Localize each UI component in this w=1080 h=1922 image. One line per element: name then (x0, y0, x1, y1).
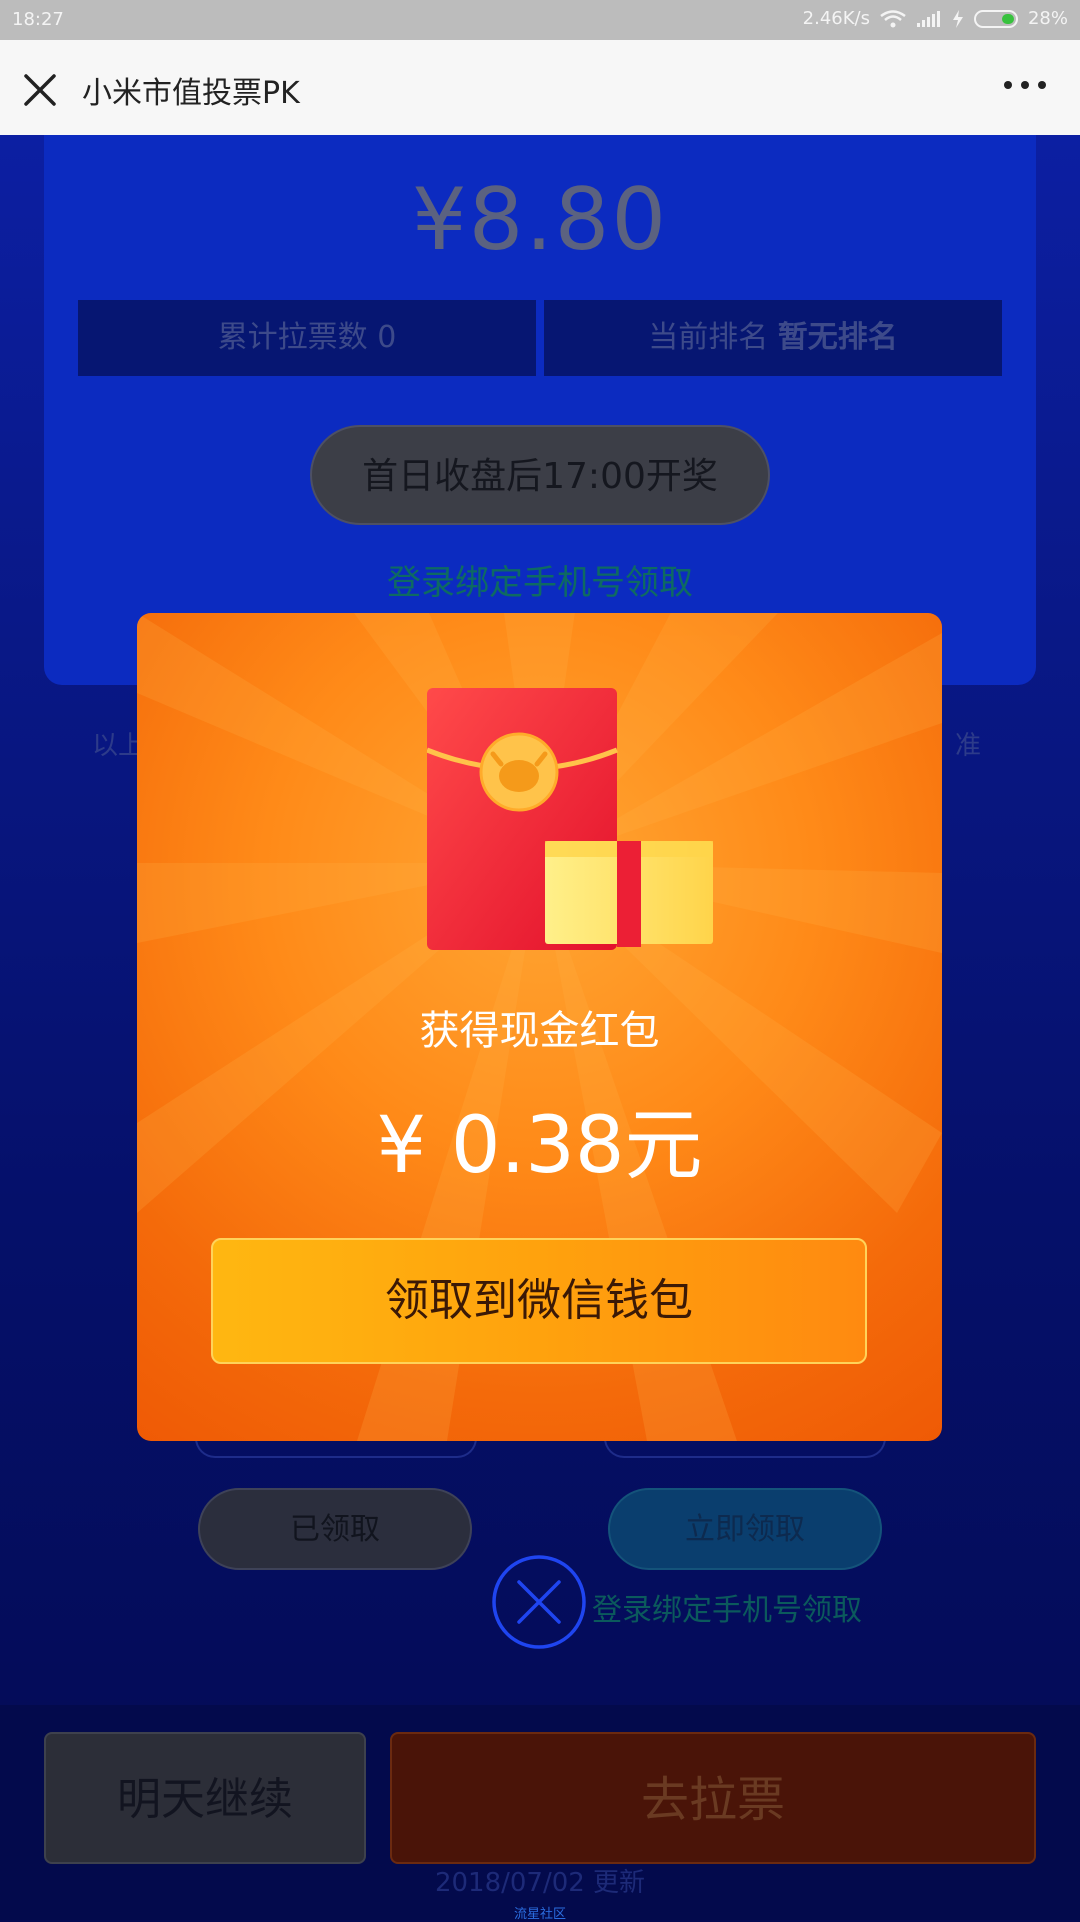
network-speed: 2.46K/s (802, 8, 870, 29)
wifi-icon (880, 9, 906, 27)
votes-label: 累计拉票数 (217, 320, 368, 355)
battery-percent: 28% (1027, 8, 1068, 29)
reward-amount: ¥8.80 (411, 170, 669, 270)
battery-icon (973, 9, 1018, 28)
rank-stat: 当前排名 暂无排名 (544, 300, 1002, 376)
modal-amount: ¥ 0.38元 (376, 1101, 703, 1191)
more-options-icon[interactable] (1000, 70, 1050, 100)
side-text-right: 准 (955, 731, 982, 761)
rank-value: 暂无排名 (777, 320, 898, 355)
signal-icon (916, 10, 940, 27)
title-bar: 小米市值投票PK (0, 40, 1080, 135)
claim-now-button[interactable]: 立即领取 (608, 1488, 882, 1570)
page-title: 小米市值投票PK (82, 76, 300, 111)
charging-icon (952, 9, 963, 28)
votes-value: 0 (377, 320, 397, 355)
claim-to-wechat-wallet-button[interactable]: 领取到微信钱包 (211, 1238, 867, 1364)
bind-phone-link[interactable]: 登录绑定手机号领取 (0, 555, 1080, 604)
red-packet-icon (427, 688, 713, 950)
continue-tomorrow-button[interactable]: 明天继续 (44, 1732, 366, 1864)
status-time: 18:27 (12, 9, 64, 30)
update-date: 2018/07/02 更新 (434, 1868, 646, 1898)
status-right: 2.46K/s 28% (803, 8, 1068, 29)
footer-watermark: 流星社区 (513, 1907, 566, 1922)
go-vote-button[interactable]: 去拉票 (390, 1732, 1036, 1864)
bind-phone-link-2[interactable]: 登录绑定手机号领取 (592, 1585, 862, 1629)
received-button[interactable]: 已领取 (198, 1488, 472, 1570)
rank-label: 当前排名 (648, 320, 769, 355)
modal-title: 获得现金红包 (419, 1008, 660, 1054)
prize-time-button[interactable]: 首日收盘后17:00开奖 (310, 425, 770, 525)
status-bar: 18:27 2.46K/s 28% (0, 0, 1080, 40)
close-icon[interactable] (20, 70, 60, 110)
red-packet-modal: 获得现金红包 ¥ 0.38元 领取到微信钱包 (137, 613, 942, 1441)
close-circle-icon[interactable] (490, 1553, 588, 1651)
votes-stat: 累计拉票数 0 (78, 300, 536, 376)
